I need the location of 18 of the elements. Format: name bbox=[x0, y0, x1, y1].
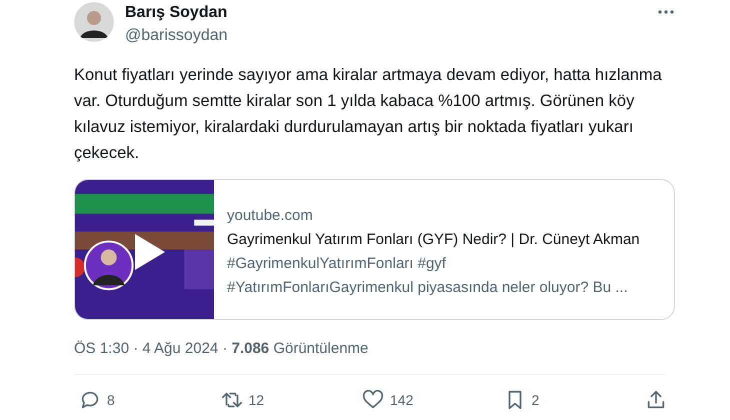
more-icon[interactable] bbox=[657, 9, 675, 15]
author-handle[interactable]: @barissoydan bbox=[125, 27, 657, 45]
action-count: 12 bbox=[248, 392, 264, 408]
tweet-text: Konut fiyatları yerinde sayıyor ama kiralar artmaya devam ediyor, hatta hızlanma var. Oturduğum semtte kiralar son 1 yılda kabaca %100 artmış. Görünen köy kılavuz istemiyor, kiralardaki durdurulamayan artış bir noktada fiyatları yukarı çekecek. bbox=[74, 65, 663, 164]
share-icon[interactable] bbox=[645, 389, 667, 411]
reply-icon[interactable] bbox=[79, 389, 101, 411]
author-name[interactable]: Barış Soydan bbox=[125, 4, 657, 22]
link-title[interactable]: Gayrimenkul Yatırım Fonları (GYF) Nedir? | Dr. Cüneyt Akman bbox=[227, 228, 640, 252]
heart-icon[interactable] bbox=[362, 389, 384, 411]
link-description: #YatırımFonlarıGayrimenkul piyasasında neler oluyor? Bu ... bbox=[227, 278, 629, 298]
action-count: 8 bbox=[107, 392, 115, 408]
action-count: 2 bbox=[532, 392, 540, 408]
link-domain[interactable]: youtube.com bbox=[227, 204, 640, 228]
link-card[interactable]: youtube.com Gayrimenkul Yatırım Fonları (GYF) Nedir? | Dr. Cüneyt Akman #GayrimenkulYatırımFonları #gyf #YatırımFonlarıGayrimenkul piyasasında neler oluyor? Bu ... bbox=[74, 179, 675, 320]
tweet-meta: ÖS 1:30 · 4 Ağu 2024 · 7.086 Görüntülenme bbox=[74, 340, 370, 357]
action-count: 142 bbox=[390, 392, 414, 408]
link-description: #GayrimenkulYatırımFonları #gyf bbox=[227, 254, 447, 274]
avatar-icon[interactable] bbox=[74, 2, 114, 42]
